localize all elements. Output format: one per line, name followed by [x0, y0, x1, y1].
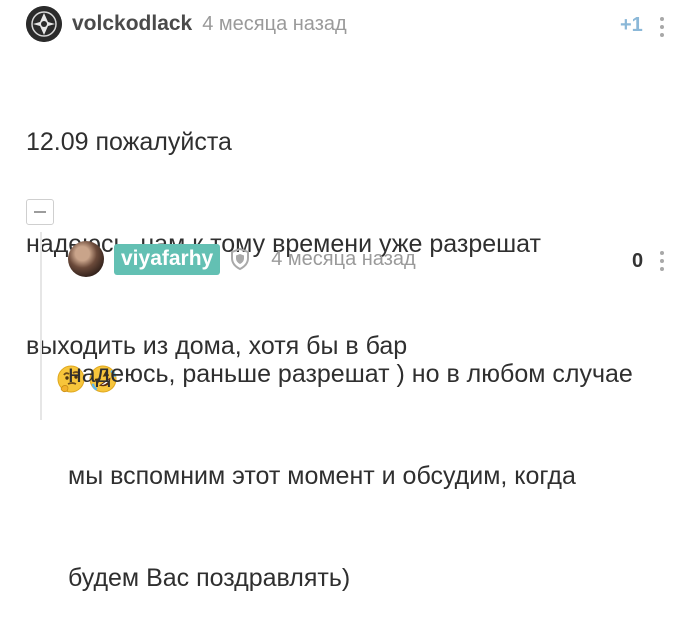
- reply-date[interactable]: 4 месяца назад: [271, 248, 415, 271]
- comment-line: 12.09 пожалуйста: [26, 128, 232, 156]
- shield-icon[interactable]: [229, 247, 251, 271]
- more-vertical-icon[interactable]: [659, 17, 665, 37]
- avatar[interactable]: [26, 6, 62, 42]
- avatar[interactable]: [68, 241, 104, 277]
- comment-rating: +1: [620, 14, 643, 36]
- username[interactable]: volckodlack: [72, 12, 192, 36]
- avatar-logo-icon: [26, 6, 62, 42]
- username-badge[interactable]: viyafarhy: [114, 243, 221, 275]
- minus-icon: [34, 211, 46, 213]
- thread-line[interactable]: [40, 232, 42, 420]
- reply-line: мы вспомним этот момент и обсудим, когда: [68, 462, 576, 490]
- reply-rating: 0: [632, 250, 644, 272]
- collapse-thread-button[interactable]: [26, 199, 54, 225]
- reply-body: надеюсь, раньше разрешат ) но в любом сл…: [68, 289, 633, 629]
- reply-line: будем Вас поздравлять): [68, 564, 351, 592]
- reply-line: надеюсь, раньше разрешат ) но в любом сл…: [68, 360, 633, 388]
- comment-date[interactable]: 4 месяца назад: [202, 13, 346, 36]
- comment-header: volckodlack 4 месяца назад: [26, 6, 347, 42]
- more-vertical-icon[interactable]: [659, 251, 665, 271]
- reply-header: viyafarhy 4 месяца назад: [68, 241, 416, 277]
